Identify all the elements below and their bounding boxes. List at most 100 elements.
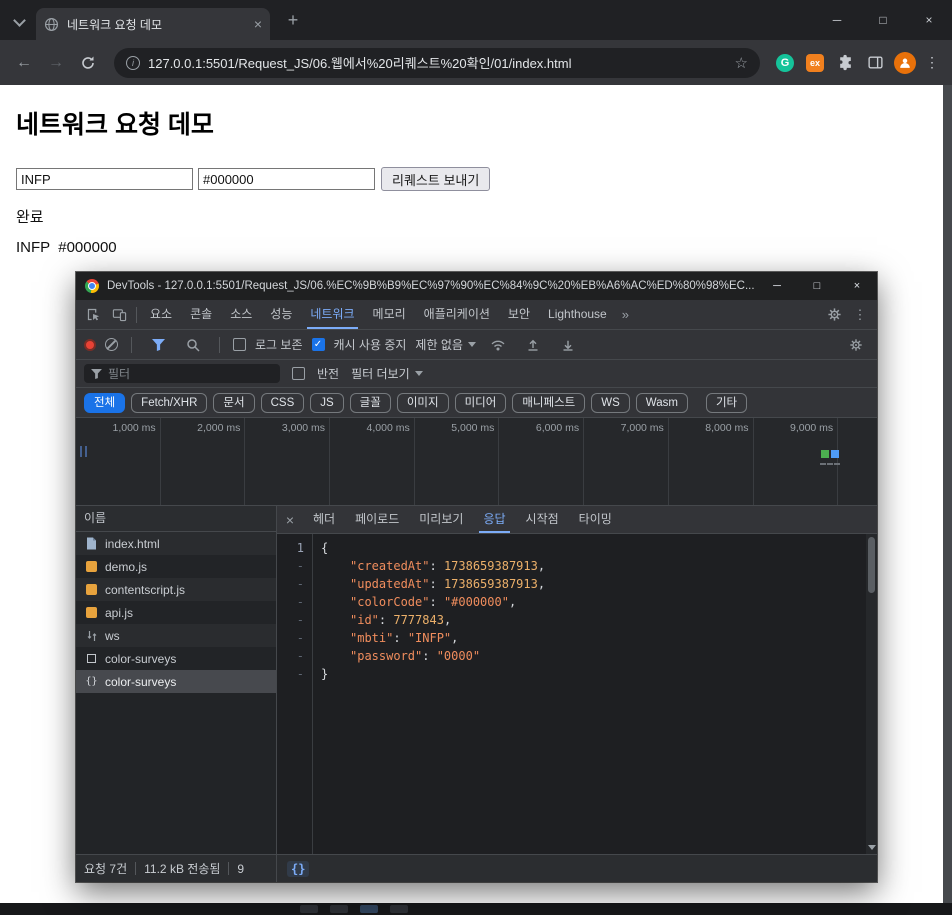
detail-tab-payload[interactable]: 페이로드 — [345, 506, 409, 533]
devtools-close-button[interactable]: × — [837, 272, 877, 300]
more-filters-label: 필터 더보기 — [351, 367, 410, 381]
inspect-element-icon[interactable] — [80, 302, 106, 328]
search-tabs-icon[interactable] — [12, 14, 26, 28]
timeline-start-mark — [85, 446, 87, 457]
more-filters-button[interactable]: 필터 더보기 — [351, 365, 423, 382]
column-header-name[interactable]: 이름 — [76, 506, 276, 532]
back-button[interactable]: ← — [10, 49, 38, 77]
chip-css[interactable]: CSS — [260, 392, 305, 413]
devtools-settings-gear-icon[interactable] — [821, 302, 847, 328]
throttling-select[interactable]: 제한 없음 — [415, 336, 476, 353]
tab-security[interactable]: 보안 — [499, 300, 539, 329]
timeline-tick: 6,000 ms — [535, 422, 580, 434]
send-request-button[interactable]: 리퀘스트 보내기 — [381, 167, 491, 191]
profile-avatar[interactable] — [892, 49, 918, 77]
device-toolbar-icon[interactable] — [106, 302, 132, 328]
websocket-icon — [84, 629, 99, 643]
tab-performance[interactable]: 성능 — [261, 300, 301, 329]
request-row-api-js[interactable]: api.js — [76, 601, 276, 624]
mbti-input[interactable] — [16, 168, 193, 190]
color-code-input[interactable] — [198, 168, 375, 190]
chip-ws[interactable]: WS — [591, 392, 630, 413]
minimize-button[interactable]: ─ — [814, 0, 860, 40]
line-number-gutter: 1 - - - - - - - — [277, 534, 313, 854]
request-list-empty-area — [76, 693, 276, 854]
invert-filter-checkbox[interactable] — [292, 367, 305, 380]
network-filter-input[interactable] — [108, 366, 273, 381]
forward-button[interactable]: → — [42, 49, 70, 77]
network-conditions-icon[interactable] — [485, 332, 511, 358]
editor-scrollbar[interactable] — [866, 534, 877, 854]
request-row-contentscript-js[interactable]: contentscript.js — [76, 578, 276, 601]
timeline-tick: 3,000 ms — [281, 422, 326, 434]
disable-cache-checkbox[interactable]: ✓ — [311, 338, 325, 351]
url-text[interactable]: 127.0.0.1:5501/Request_JS/06.웹에서%20리퀘스트%… — [148, 53, 727, 72]
taskbar-item — [330, 905, 348, 913]
chip-other[interactable]: 기타 — [705, 392, 748, 413]
grammarly-extension-icon[interactable]: G — [772, 49, 798, 77]
preserve-log-checkbox[interactable] — [233, 338, 246, 351]
chip-doc[interactable]: 문서 — [213, 392, 255, 413]
maximize-button[interactable]: □ — [860, 0, 906, 40]
tab-application[interactable]: 애플리케이션 — [415, 300, 499, 329]
bookmark-star-icon[interactable]: ☆ — [735, 54, 748, 72]
chip-manifest[interactable]: 매니페스트 — [512, 392, 586, 413]
address-bar[interactable]: i 127.0.0.1:5501/Request_JS/06.웹에서%20리퀘스… — [114, 47, 760, 78]
tab-lighthouse[interactable]: Lighthouse — [539, 300, 616, 329]
devtools-titlebar[interactable]: DevTools - 127.0.0.1:5501/Request_JS/06.… — [76, 272, 877, 300]
filter-field[interactable] — [84, 364, 280, 383]
clear-network-log-icon[interactable] — [105, 338, 118, 351]
chip-fetch-xhr[interactable]: Fetch/XHR — [131, 392, 208, 413]
reload-button[interactable] — [74, 49, 102, 77]
request-row-color-surveys-preflight[interactable]: color-surveys — [76, 647, 276, 670]
tab-sources[interactable]: 소스 — [221, 300, 261, 329]
tab-console[interactable]: 콘솔 — [181, 300, 221, 329]
browser-tab[interactable]: 네트워크 요청 데모 × — [36, 8, 270, 40]
chip-all[interactable]: 전체 — [84, 392, 126, 413]
detail-tab-response[interactable]: 응답 — [473, 506, 515, 533]
extensions-puzzle-icon[interactable] — [832, 49, 858, 77]
new-tab-button[interactable]: + — [282, 9, 304, 31]
timeline-tick: 2,000 ms — [197, 422, 241, 434]
record-network-log-button[interactable] — [84, 338, 96, 351]
request-row-demo-js[interactable]: demo.js — [76, 555, 276, 578]
scrollbar-thumb[interactable] — [868, 537, 875, 593]
response-editor[interactable]: 1 - - - - - - - { "createdAt": 173865938… — [277, 534, 877, 854]
search-icon[interactable] — [180, 332, 206, 358]
tab-close-icon[interactable]: × — [254, 17, 262, 31]
detail-tab-headers[interactable]: 헤더 — [303, 506, 345, 533]
chip-wasm[interactable]: Wasm — [635, 392, 688, 413]
page-scrollbar[interactable] — [943, 85, 952, 903]
request-detail-panel: × 헤더 페이로드 미리보기 응답 시작점 타이밍 1 - - - - - - … — [277, 506, 877, 882]
site-info-icon[interactable]: i — [126, 55, 140, 70]
close-button[interactable]: × — [906, 0, 952, 40]
tab-elements[interactable]: 요소 — [141, 300, 181, 329]
detail-tab-initiator[interactable]: 시작점 — [516, 506, 569, 533]
chip-font[interactable]: 글꼴 — [349, 392, 391, 413]
export-har-icon[interactable] — [555, 332, 581, 358]
pretty-print-button[interactable]: {} — [287, 860, 310, 877]
request-row-color-surveys-selected[interactable]: {} color-surveys — [76, 670, 276, 693]
tab-memory[interactable]: 메모리 — [364, 300, 415, 329]
import-har-icon[interactable] — [520, 332, 546, 358]
more-tabs-icon[interactable]: » — [616, 307, 635, 322]
ex-extension-icon[interactable]: ex — [802, 49, 828, 77]
devtools-menu-kebab-icon[interactable]: ⋮ — [847, 302, 873, 328]
close-detail-icon[interactable]: × — [277, 512, 303, 528]
scroll-down-icon[interactable] — [868, 845, 876, 850]
chip-img[interactable]: 이미지 — [396, 392, 449, 413]
request-row-index-html[interactable]: index.html — [76, 532, 276, 555]
browser-menu-kebab-icon[interactable]: ⋮ — [922, 54, 942, 71]
network-timeline-overview[interactable]: 1,000 ms 2,000 ms 3,000 ms 4,000 ms 5,00… — [76, 418, 877, 506]
request-row-ws[interactable]: ws — [76, 624, 276, 647]
chip-js[interactable]: JS — [310, 392, 344, 413]
detail-tab-timing[interactable]: 타이밍 — [569, 506, 622, 533]
tab-network[interactable]: 네트워크 — [301, 300, 363, 329]
detail-tab-preview[interactable]: 미리보기 — [409, 506, 473, 533]
devtools-minimize-button[interactable]: ─ — [757, 272, 797, 300]
network-settings-gear-icon[interactable] — [843, 332, 869, 358]
filter-funnel-icon[interactable] — [145, 332, 171, 358]
devtools-maximize-button[interactable]: □ — [797, 272, 837, 300]
chip-media[interactable]: 미디어 — [454, 392, 507, 413]
side-panel-icon[interactable] — [862, 49, 888, 77]
